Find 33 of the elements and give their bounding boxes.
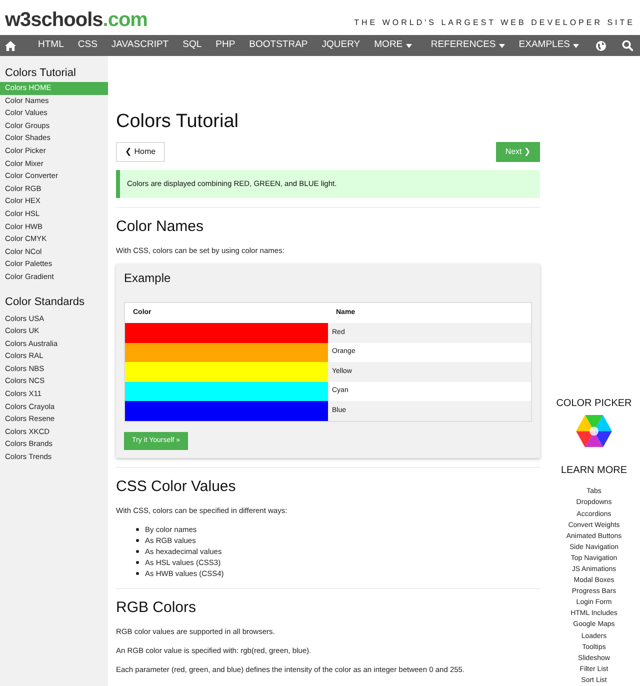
sidebar-heading: LEARN MORE <box>560 465 628 478</box>
search-icon[interactable] <box>622 40 633 51</box>
nav-link[interactable]: REFERENCES <box>424 35 512 56</box>
bullet-icon <box>136 572 139 576</box>
nav-link[interactable]: PHP <box>208 35 242 56</box>
nav-link[interactable]: JAVASCRIPT <box>104 35 176 56</box>
section-heading: Color Names <box>116 217 205 237</box>
bullet-icon <box>136 561 139 564</box>
page-title: Colors Tutorial <box>116 110 240 134</box>
home-icon[interactable] <box>5 40 16 50</box>
nav-link[interactable]: HTML <box>31 35 71 56</box>
bullet-icon <box>136 528 139 532</box>
caret-icon <box>573 44 579 48</box>
caret-icon <box>406 44 412 48</box>
color-hexagon-icon[interactable] <box>574 415 614 448</box>
caret-icon <box>498 44 505 48</box>
example-title: Example <box>124 271 172 286</box>
section-heading: RGB Colors <box>116 598 198 618</box>
bullet-icon <box>136 539 139 542</box>
site-logo[interactable]: w3schools.com <box>5 10 148 30</box>
nav-link[interactable]: EXAMPLES <box>512 35 586 56</box>
home-button[interactable]: ❮ Home <box>116 142 165 162</box>
sidebar-heading: Color Standards <box>4 294 86 308</box>
nav-link[interactable]: MORE <box>367 35 419 56</box>
section-heading: CSS Color Values <box>116 477 237 498</box>
nav-link[interactable]: BOOTSTRAP <box>242 35 315 56</box>
nav-link[interactable]: JQUERY <box>314 35 368 56</box>
nav-link[interactable]: SQL <box>176 35 209 56</box>
sidebar-heading: Colors Tutorial <box>4 66 77 80</box>
bullet-icon <box>136 550 139 554</box>
sidebar-heading: COLOR PICKER <box>556 398 632 410</box>
nav-link[interactable]: CSS <box>70 35 104 56</box>
tagline: THE WORLD'S LARGEST WEB DEVELOPER SITE <box>354 17 635 29</box>
